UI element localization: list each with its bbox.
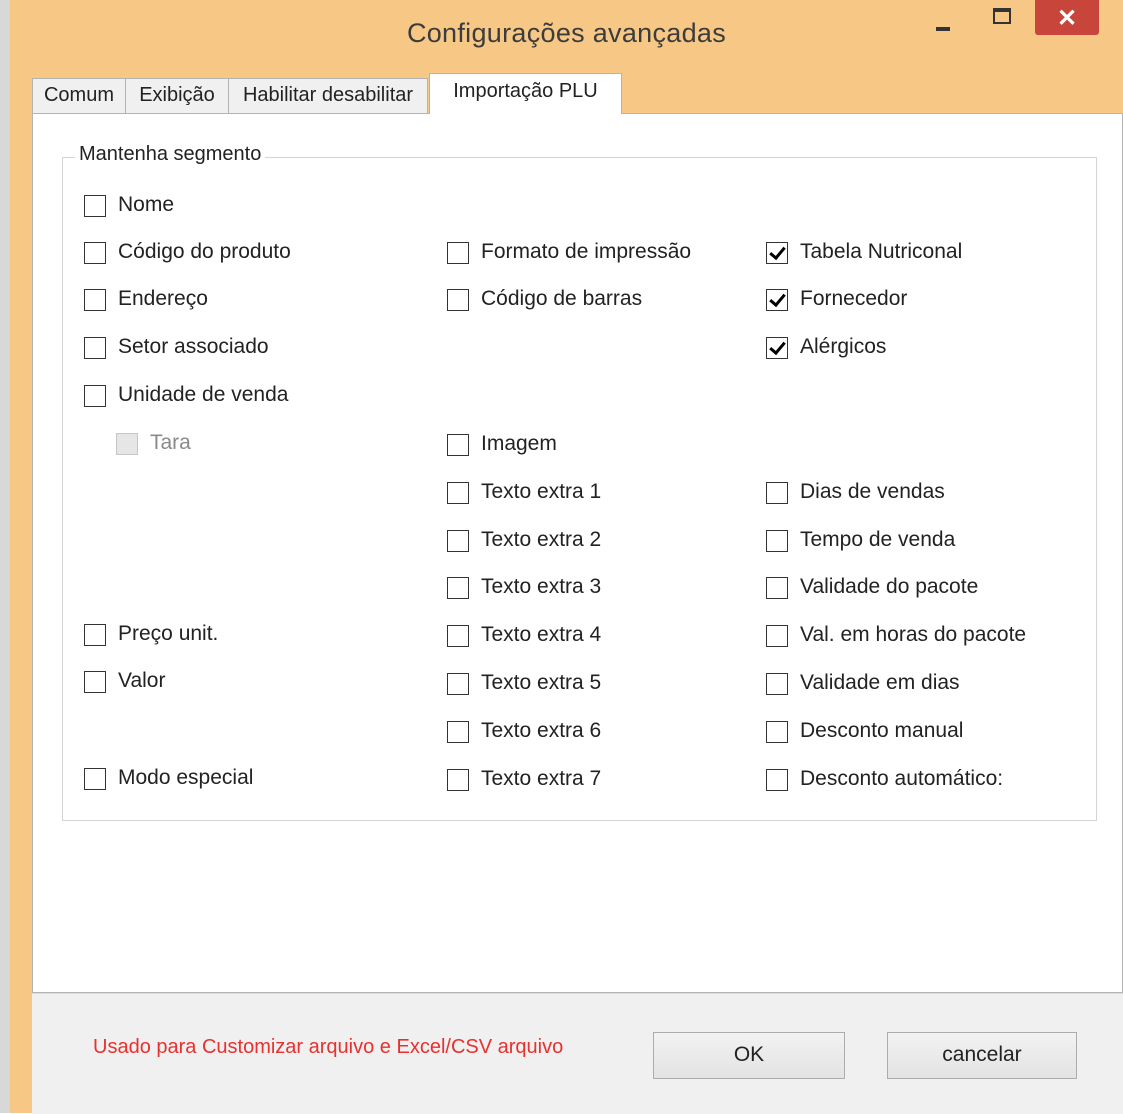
checkbox-label: Nome xyxy=(118,193,175,216)
checkbox-label: Val. em horas do pacote xyxy=(800,623,1027,646)
footer-note: Usado para Customizar arquivo e Excel/CS… xyxy=(93,1036,564,1058)
checkbox-label: Desconto automático: xyxy=(800,767,1004,790)
checkbox-label: Texto extra 7 xyxy=(481,767,602,790)
checkbox-label: Endereço xyxy=(118,287,208,310)
tab-habilitar-desabilitar[interactable]: Habilitar desabilitar xyxy=(228,78,428,113)
close-icon: ✕ xyxy=(1056,5,1078,32)
checkbox-label: Texto extra 1 xyxy=(481,480,602,503)
checkbox-box[interactable] xyxy=(766,482,788,504)
checkbox-label: Preço unit. xyxy=(118,622,219,645)
checkbox-box[interactable] xyxy=(447,625,469,647)
checkbox-box[interactable] xyxy=(766,530,788,552)
checkbox-label: Desconto manual xyxy=(800,719,964,742)
checkbox-box[interactable] xyxy=(447,577,469,599)
checkbox-label: Tara xyxy=(150,431,191,454)
checkbox-label: Fornecedor xyxy=(800,287,908,310)
checkbox-label: Setor associado xyxy=(118,335,269,358)
tab-panel: Mantenha segmento Nome Código do produto… xyxy=(32,113,1123,993)
background-window-edge xyxy=(0,0,10,1113)
dialog-footer: Usado para Customizar arquivo e Excel/CS… xyxy=(32,993,1123,1114)
checkbox-box[interactable] xyxy=(84,195,106,217)
checkbox-box[interactable] xyxy=(447,434,469,456)
checkbox-label: Texto extra 2 xyxy=(481,528,602,551)
close-button[interactable]: ✕ xyxy=(1035,0,1099,35)
checkbox-label: Texto extra 6 xyxy=(481,719,602,742)
checkbox-box[interactable] xyxy=(447,242,469,264)
checkbox-label: Validade do pacote xyxy=(800,575,979,598)
checkbox-box[interactable] xyxy=(84,289,106,311)
checkbox-box[interactable] xyxy=(766,577,788,599)
checkbox-label: Imagem xyxy=(481,432,557,455)
dialog-window: Configurações avançadas ✕ Comum Exibição… xyxy=(10,0,1123,1114)
tab-comum[interactable]: Comum xyxy=(32,78,126,113)
checkbox-label: Valor xyxy=(118,669,166,692)
checkbox-label: Tabela Nutriconal xyxy=(800,240,963,263)
checkmark-icon[interactable] xyxy=(766,242,788,264)
checkbox-box[interactable] xyxy=(766,769,788,791)
checkbox-label: Alérgicos xyxy=(800,335,887,358)
checkbox-box[interactable] xyxy=(84,385,106,407)
checkbox-box[interactable] xyxy=(84,768,106,790)
checkmark-icon[interactable] xyxy=(766,289,788,311)
checkbox-box[interactable] xyxy=(766,673,788,695)
checkbox-box[interactable] xyxy=(447,721,469,743)
checkbox-box[interactable] xyxy=(84,242,106,264)
tab-exibicao[interactable]: Exibição xyxy=(125,78,229,113)
checkbox-box[interactable] xyxy=(84,671,106,693)
checkbox-box xyxy=(116,433,138,455)
checkbox-box[interactable] xyxy=(84,624,106,646)
checkbox-label: Validade em dias xyxy=(800,671,960,694)
checkmark-icon[interactable] xyxy=(766,337,788,359)
minimize-icon[interactable] xyxy=(925,0,961,42)
checkbox-box[interactable] xyxy=(766,721,788,743)
checkbox-label: Código do produto xyxy=(118,240,291,263)
checkbox-label: Modo especial xyxy=(118,766,254,789)
checkbox-label: Dias de vendas xyxy=(800,480,945,503)
checkbox-box[interactable] xyxy=(447,673,469,695)
cancel-button[interactable]: cancelar xyxy=(887,1032,1077,1079)
checkbox-box[interactable] xyxy=(447,769,469,791)
checkbox-label: Texto extra 5 xyxy=(481,671,602,694)
checkbox-label: Texto extra 3 xyxy=(481,575,602,598)
ok-button[interactable]: OK xyxy=(653,1032,845,1079)
checkbox-box[interactable] xyxy=(84,337,106,359)
checkbox-label: Formato de impressão xyxy=(481,240,692,263)
checkbox-label: Texto extra 4 xyxy=(481,623,602,646)
checkbox-box[interactable] xyxy=(766,625,788,647)
tab-importacao-plu[interactable]: Importação PLU xyxy=(429,73,622,114)
checkbox-label: Unidade de venda xyxy=(118,383,289,406)
checkbox-box[interactable] xyxy=(447,482,469,504)
group-legend: Mantenha segmento xyxy=(75,143,266,166)
checkbox-box[interactable] xyxy=(447,289,469,311)
maximize-icon[interactable] xyxy=(985,0,1021,42)
checkbox-box[interactable] xyxy=(447,530,469,552)
checkbox-label: Código de barras xyxy=(481,287,643,310)
checkbox-label: Tempo de venda xyxy=(800,528,956,551)
